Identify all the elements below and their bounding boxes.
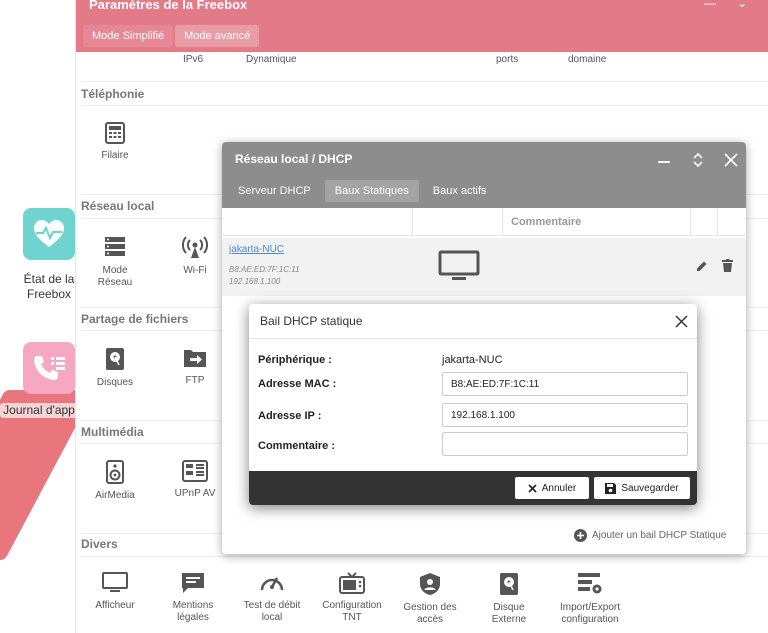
mode-simplifie-tab[interactable]: Mode Simplifié [83, 25, 174, 47]
add-static-lease-button[interactable]: Ajouter un bail DHCP Statique [574, 529, 726, 542]
gestion-acces-item[interactable]: Gestion des accès [395, 572, 465, 626]
mac-label: Adresse MAC : [258, 378, 337, 390]
afficheur-item[interactable]: Afficheur [80, 572, 150, 612]
divider [81, 81, 768, 82]
mac-input[interactable] [442, 372, 688, 396]
ip-label: Adresse IP : [258, 410, 322, 422]
section-partage: Partage de fichiers [81, 312, 189, 326]
mode-reseau-item[interactable]: Mode Réseau [80, 235, 150, 289]
computer-monitor-icon [438, 250, 480, 280]
divider [81, 105, 768, 106]
item-label: ports [496, 54, 519, 65]
chevron-icon[interactable]: ⌄ [737, 0, 747, 10]
section-divers: Divers [81, 537, 118, 551]
minimize-icon[interactable]: — [704, 0, 716, 10]
add-static-lease-label: Ajouter un bail DHCP Statique [592, 530, 727, 541]
tab-serveur-dhcp[interactable]: Serveur DHCP [228, 180, 321, 202]
comment-label: Commentaire : [258, 440, 336, 452]
lease-device-link[interactable]: jakarta-NUC [229, 244, 284, 255]
table-row[interactable]: jakarta-NUC B8:AE:ED:7F:1C:11 192.168.1.… [222, 238, 746, 296]
server-icon [105, 237, 125, 256]
message-icon [182, 573, 204, 593]
section-reseau-local: Réseau local [81, 199, 155, 213]
item-label: Dynamique [246, 54, 297, 65]
phone-list-icon [34, 356, 65, 380]
comment-header: Commentaire [511, 216, 582, 228]
section-telephonie: Téléphonie [81, 87, 145, 101]
column-divider [222, 208, 413, 236]
hard-disk-icon [106, 348, 124, 370]
settings-list-icon [578, 573, 602, 594]
divider [81, 556, 768, 557]
close-icon [528, 483, 537, 493]
upnp-item[interactable]: UPnP AV [160, 460, 230, 500]
edit-icon[interactable] [696, 260, 708, 272]
airmedia-item[interactable]: AirMedia [80, 460, 150, 502]
floppy-save-icon [605, 482, 617, 494]
media-grid-icon [182, 460, 208, 482]
ftp-item[interactable]: FTP [160, 347, 230, 387]
shield-user-icon [420, 573, 440, 595]
dhcp-header: Réseau local / DHCP Serveur DHCP Baux St… [222, 142, 746, 208]
journal-app-label: Journal d'app [0, 403, 78, 418]
filaire-item[interactable]: Filaire [80, 122, 150, 162]
table-header: Commentaire [222, 208, 746, 236]
item-label: domaine [568, 54, 607, 65]
disques-item[interactable]: Disques [80, 347, 150, 389]
item-label: IPv6 [183, 54, 204, 65]
bail-title: Bail DHCP statique [260, 314, 363, 328]
settings-title: Paramètres de la Freebox [89, 0, 248, 12]
section-multimedia: Multimédia [81, 425, 144, 439]
ftp-transfer-icon [184, 350, 206, 367]
tab-baux-actifs[interactable]: Baux actifs [423, 180, 497, 202]
display-icon [102, 572, 128, 592]
settings-header: Paramètres de la Freebox — ⌄ Mode Simpli… [76, 0, 768, 52]
tab-baux-statiques[interactable]: Baux Statiques [324, 180, 419, 202]
column-divider [413, 208, 503, 236]
speaker-icon [106, 460, 124, 484]
lease-mac: B8:AE:ED:7F:1C:11 [229, 265, 300, 274]
test-debit-item[interactable]: Test de débit local [237, 572, 307, 624]
minimize-icon[interactable] [658, 160, 670, 164]
trash-icon[interactable] [722, 259, 733, 272]
mentions-legales-item[interactable]: Mentions légales [158, 572, 228, 624]
ip-input[interactable] [442, 403, 688, 427]
peripherique-value: jakarta-NUC [442, 354, 503, 366]
phone-keypad-icon [105, 122, 125, 144]
save-button[interactable]: Sauvegarder [594, 477, 690, 499]
plus-circle-icon [574, 529, 587, 542]
wifi-item[interactable]: Wi-Fi [160, 235, 230, 277]
heart-pulse-icon [34, 220, 64, 247]
mode-avance-tab[interactable]: Mode avancé [175, 25, 260, 47]
maximize-icon[interactable] [692, 152, 704, 168]
speedometer-icon [260, 577, 284, 591]
dhcp-title: Réseau local / DHCP [235, 152, 353, 166]
bail-header: Bail DHCP statique [249, 304, 697, 339]
configuration-tnt-item[interactable]: Configuration TNT [317, 572, 387, 624]
cancel-button[interactable]: Annuler [515, 477, 589, 499]
column-divider [691, 208, 718, 236]
import-export-item[interactable]: Import/Export configuration [555, 572, 625, 626]
etat-freebox-label: État de la Freebox [23, 272, 75, 301]
close-icon[interactable] [675, 315, 688, 328]
close-icon[interactable] [724, 153, 738, 167]
etat-freebox-app-icon[interactable] [23, 208, 75, 260]
disque-externe-item[interactable]: Disque Externe [474, 572, 544, 626]
external-disk-icon [500, 573, 518, 595]
peripherique-label: Périphérique : [258, 354, 332, 366]
bail-dialog: Bail DHCP statique Périphérique : jakart… [249, 304, 697, 505]
journal-app-icon[interactable] [23, 342, 75, 394]
wifi-antenna-icon [182, 236, 208, 258]
bail-footer: Annuler Sauvegarder [249, 471, 697, 505]
tv-icon [339, 572, 365, 594]
lease-ip: 192.168.1.100 [229, 277, 281, 286]
comment-input[interactable] [442, 432, 688, 456]
